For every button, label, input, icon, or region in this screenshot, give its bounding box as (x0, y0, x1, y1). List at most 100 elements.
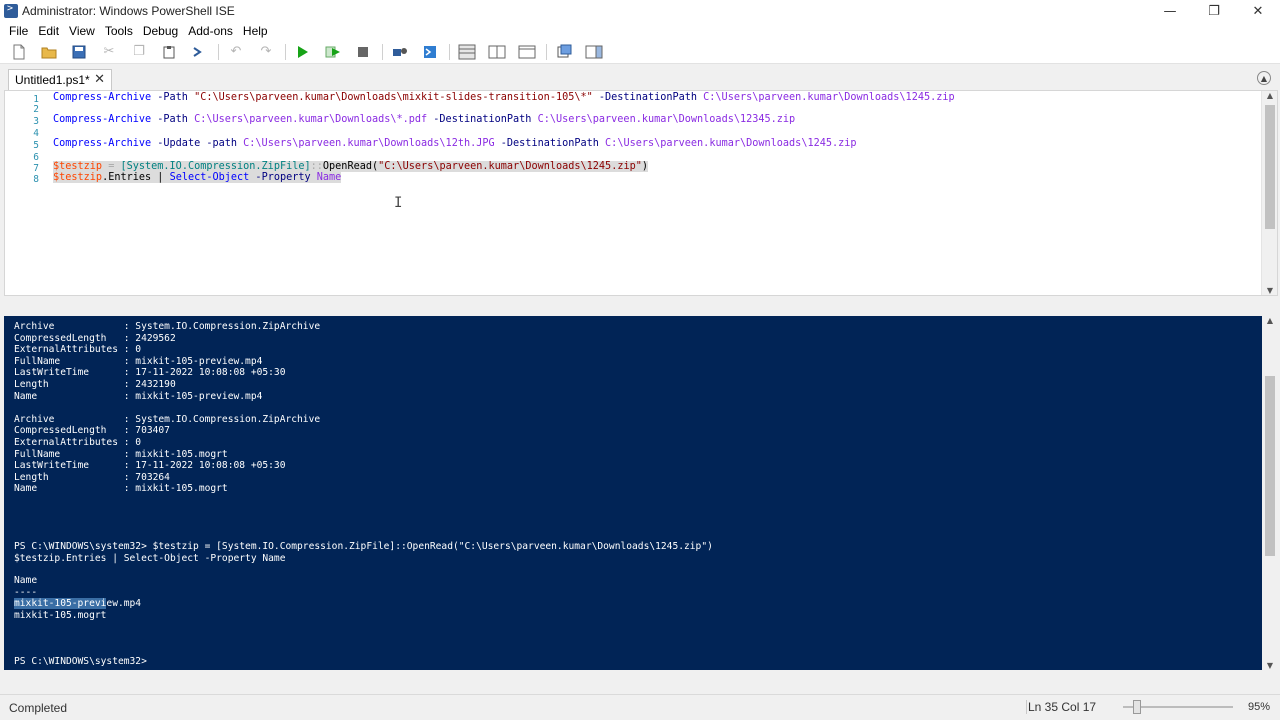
console-pane[interactable]: Archive : System.IO.Compression.ZipArchi… (4, 316, 1278, 670)
new-file-icon[interactable] (8, 42, 30, 62)
path-token: C:\Users\parveen.kumar\Downloads\1245.zi… (605, 138, 857, 149)
menu-help[interactable]: Help (238, 24, 273, 38)
line-number: 7 (33, 163, 39, 174)
line-number-gutter: 1 2 3 4 5 6 7 8 (5, 91, 45, 295)
tab-untitled1[interactable]: Untitled1.ps1* ✕ (8, 69, 112, 90)
title-bar: Administrator: Windows PowerShell ISE — … (0, 0, 1280, 22)
line-number: 5 (33, 140, 39, 151)
toolbar-separator (285, 43, 286, 60)
collapse-script-pane-icon[interactable]: ▲ (1257, 71, 1271, 85)
menu-addons[interactable]: Add-ons (183, 24, 238, 38)
layout-right-icon[interactable] (486, 42, 508, 62)
menu-view[interactable]: View (64, 24, 100, 38)
toolbar-separator (449, 43, 450, 60)
scroll-up-icon[interactable]: ▲ (1262, 316, 1278, 325)
code-line-selected: $testzip = [System.IO.Compression.ZipFil… (53, 161, 649, 172)
close-tab-icon[interactable]: ✕ (94, 72, 105, 87)
path-token: C:\Users\parveen.kumar\Downloads\12345.z… (537, 114, 796, 125)
argument-token: Name (316, 172, 342, 183)
run-script-icon[interactable] (292, 42, 314, 62)
console-text: ew.mp4 (106, 598, 142, 610)
close-button[interactable]: ✕ (1236, 0, 1280, 22)
console-command-echo: PS C:\WINDOWS\system32> $testzip = [Syst… (14, 540, 713, 564)
cut-icon[interactable]: ✂ (98, 42, 120, 62)
addon-pane-icon[interactable] (583, 42, 605, 62)
redo-icon[interactable]: ↷ (255, 42, 277, 62)
console-spacer (14, 564, 713, 575)
cmdlet-token: Compress-Archive (53, 92, 152, 103)
toolbar: ✂ ❐ ↶ ↷ (0, 40, 1280, 64)
menu-file[interactable]: File (4, 24, 33, 38)
powershell-ise-app-icon (4, 3, 18, 18)
undo-icon[interactable]: ↶ (225, 42, 247, 62)
console-table-header: Name ---- (14, 575, 38, 598)
save-icon[interactable] (68, 42, 90, 62)
line-number: 6 (33, 152, 39, 163)
stop-icon[interactable] (352, 42, 374, 62)
script-pane-scrollbar[interactable]: ▲ ▼ (1261, 91, 1277, 295)
menu-tools[interactable]: Tools (100, 24, 138, 38)
powershell-ise-window: Administrator: Windows PowerShell ISE — … (0, 0, 1280, 720)
toolbar-separator (382, 43, 383, 60)
parameter-token: -DestinationPath (494, 138, 606, 149)
code-editor[interactable]: Compress-Archive -Path "C:\Users\parveen… (53, 91, 1259, 295)
method-token: OpenRead (322, 161, 372, 172)
code-line: Compress-Archive -Path "C:\Users\parveen… (53, 92, 955, 103)
cmdlet-token: Compress-Archive (53, 114, 152, 125)
powershell-console-icon[interactable] (419, 42, 441, 62)
script-pane[interactable]: 1 2 3 4 5 6 7 8 Compress-Archive -Path "… (4, 90, 1278, 296)
zoom-level: 95% (1247, 701, 1270, 713)
run-selection-icon[interactable] (322, 42, 344, 62)
cmdlet-token: Compress-Archive (53, 138, 152, 149)
code-line: Compress-Archive -Path C:\Users\parveen.… (53, 114, 795, 125)
menu-edit[interactable]: Edit (33, 24, 64, 38)
toolbar-separator (218, 43, 219, 60)
paste-icon[interactable] (158, 42, 180, 62)
tab-label: Untitled1.ps1* (15, 73, 90, 87)
line-number: 8 (33, 174, 39, 185)
minimize-button[interactable]: — (1148, 0, 1192, 22)
window-title: Administrator: Windows PowerShell ISE (22, 4, 235, 18)
console-scrollbar[interactable]: ▲ ▼ (1262, 316, 1278, 670)
menu-debug[interactable]: Debug (138, 24, 183, 38)
pipe-token: | (151, 172, 170, 183)
scroll-down-icon[interactable]: ▼ (1262, 661, 1278, 670)
layout-top-icon[interactable] (456, 42, 478, 62)
console-row: mixkit-105.mogrt (14, 609, 107, 621)
console-prompt[interactable]: PS C:\WINDOWS\system32> (14, 656, 713, 668)
copy-icon[interactable]: ❐ (128, 42, 150, 62)
scroll-down-icon[interactable]: ▼ (1262, 286, 1278, 295)
console-spacer (14, 495, 713, 541)
cursor-position: Ln 35 Col 17 (1026, 700, 1097, 714)
operator-token: = (102, 161, 121, 172)
parameter-token: -Path (151, 114, 195, 125)
console-output: Archive : System.IO.Compression.ZipArchi… (14, 321, 713, 668)
line-number: 4 (33, 128, 39, 139)
path-token: C:\Users\parveen.kumar\Downloads\12th.JP… (243, 138, 495, 149)
console-row: mixkit-105-preview.mp4 (14, 598, 713, 610)
pane-splitter[interactable] (0, 297, 1280, 315)
scroll-up-icon[interactable]: ▲ (1262, 91, 1278, 100)
console-selected-text: mixkit-105-previ (14, 598, 107, 610)
scrollbar-thumb[interactable] (1265, 376, 1275, 556)
console-output-block: Archive : System.IO.Compression.ZipArchi… (14, 321, 321, 495)
zoom-slider-thumb[interactable] (1133, 700, 1141, 714)
toolbar-separator (546, 43, 547, 60)
layout-max-icon[interactable] (516, 42, 538, 62)
window-controls: — ❐ ✕ (1148, 0, 1280, 22)
code-line: Compress-Archive -Update -path C:\Users\… (53, 138, 857, 149)
remote-powershell-icon[interactable] (389, 42, 411, 62)
operator-token: :: (310, 161, 323, 172)
member-token: .Entries (102, 172, 152, 183)
console-spacer (14, 621, 713, 656)
parameter-token: -Property (249, 172, 317, 183)
open-folder-icon[interactable] (38, 42, 60, 62)
code-line-selected: $testzip.Entries | Select-Object -Proper… (53, 172, 342, 183)
show-command-icon[interactable] (553, 42, 575, 62)
string-token: "C:\Users\parveen.kumar\Downloads\1245.z… (378, 161, 642, 172)
path-token: C:\Users\parveen.kumar\Downloads\*.pdf (194, 114, 428, 125)
restore-button[interactable]: ❐ (1192, 0, 1236, 22)
scrollbar-thumb[interactable] (1265, 105, 1275, 229)
parameter-token: -Path (151, 92, 195, 103)
powershell-prompt-icon[interactable] (188, 42, 210, 62)
